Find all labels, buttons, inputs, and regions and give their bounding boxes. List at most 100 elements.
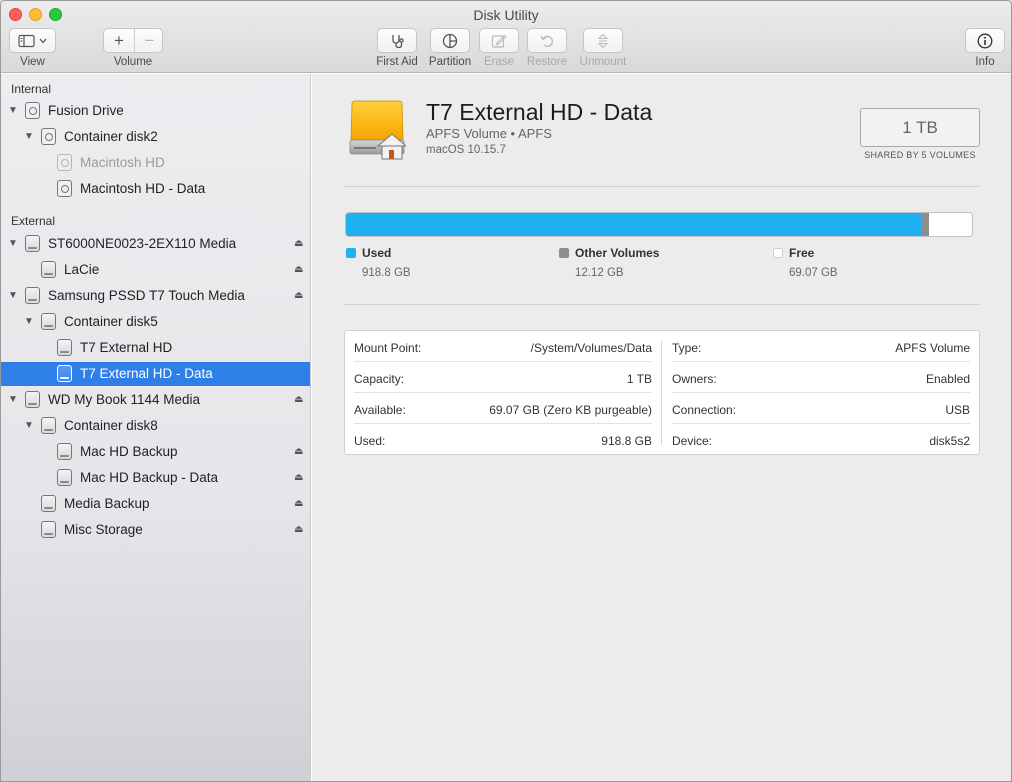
window-title: Disk Utility <box>473 7 539 23</box>
legend-other-value: 12.12 GB <box>575 267 624 279</box>
info-key: Type: <box>672 341 702 355</box>
eject-icon[interactable]: ⏏ <box>294 290 305 302</box>
info-value: 69.07 GB (Zero KB purgeable) <box>489 403 652 417</box>
info-column-left: Mount Point: /System/Volumes/Data Capaci… <box>345 331 661 454</box>
sidebar-item-lacie[interactable]: LaCie ⏏ <box>1 258 310 282</box>
usage-bar <box>345 212 973 237</box>
disclosure-triangle-icon[interactable]: ▼ <box>8 106 18 116</box>
disclosure-triangle-icon[interactable]: ▼ <box>8 239 18 249</box>
divider <box>344 304 980 305</box>
legend-swatch-used <box>346 248 356 258</box>
sidebar-item-label: WD My Book 1144 Media <box>48 392 201 407</box>
remove-volume-button[interactable]: − <box>135 31 164 51</box>
volume-icon <box>57 154 72 171</box>
info-value: 1 TB <box>626 372 652 386</box>
legend-used-label: Used <box>362 246 392 260</box>
sidebar-item-media-backup[interactable]: Media Backup ⏏ <box>1 492 310 516</box>
unmount-icon <box>597 33 609 48</box>
info-row-type: Type: APFS Volume <box>672 331 970 362</box>
volume-subtitle: APFS Volume • APFS <box>426 126 552 141</box>
external-drive-home-icon <box>349 100 406 160</box>
disk-icon <box>25 102 40 119</box>
sidebar-item-mac-hd-backup[interactable]: Mac HD Backup ⏏ <box>1 440 310 464</box>
eject-icon[interactable]: ⏏ <box>294 472 305 484</box>
sidebar-section-internal: Internal <box>11 82 52 96</box>
eject-icon[interactable]: ⏏ <box>294 394 305 406</box>
divider <box>344 186 980 187</box>
info-column-divider <box>661 341 662 445</box>
sidebar-item-wd-my-book-media[interactable]: ▼ WD My Book 1144 Media ⏏ <box>1 388 310 412</box>
sidebar-item-st6000-media[interactable]: ▼ ST6000NE0023-2EX110 Media ⏏ <box>1 232 310 256</box>
partition-button[interactable] <box>430 28 470 53</box>
sidebar-item-samsung-media[interactable]: ▼ Samsung PSSD T7 Touch Media ⏏ <box>1 284 310 308</box>
legend-swatch-free <box>773 248 783 258</box>
sidebar-item-label: Mac HD Backup - Data <box>80 470 219 485</box>
restore-button[interactable] <box>527 28 567 53</box>
info-button[interactable] <box>965 28 1005 53</box>
sidebar-item-fusion-drive[interactable]: ▼ Fusion Drive <box>1 99 310 123</box>
restore-label: Restore <box>526 56 568 68</box>
disclosure-triangle-icon[interactable]: ▼ <box>24 132 34 142</box>
view-button[interactable] <box>9 28 56 53</box>
eject-icon[interactable]: ⏏ <box>294 238 305 250</box>
volume-icon <box>57 469 72 486</box>
container-icon <box>41 417 56 434</box>
disk-utility-window: Disk Utility View + − Volume First Aid P… <box>0 0 1012 782</box>
sidebar-item-t7-external-hd[interactable]: T7 External HD <box>1 336 310 360</box>
info-row-capacity: Capacity: 1 TB <box>354 362 652 393</box>
sidebar-item-macintosh-hd[interactable]: Macintosh HD <box>1 151 310 175</box>
sidebar-item-misc-storage[interactable]: Misc Storage ⏏ <box>1 518 310 542</box>
unmount-label: Unmount <box>579 56 627 68</box>
disclosure-triangle-icon[interactable]: ▼ <box>24 317 34 327</box>
disclosure-triangle-icon[interactable]: ▼ <box>8 291 18 301</box>
volume-icon <box>57 365 72 382</box>
sidebar-item-container-disk8[interactable]: ▼ Container disk8 <box>1 414 310 438</box>
sidebar-item-label: Container disk8 <box>64 418 158 433</box>
info-key: Owners: <box>672 372 717 386</box>
info-column-right: Type: APFS Volume Owners: Enabled Connec… <box>663 331 979 454</box>
container-icon <box>41 313 56 330</box>
info-key: Device: <box>672 434 713 448</box>
view-label: View <box>20 56 45 68</box>
disclosure-triangle-icon[interactable]: ▼ <box>24 421 34 431</box>
sidebar-section-external: External <box>11 214 56 228</box>
sidebar-item-container-disk5[interactable]: ▼ Container disk5 <box>1 310 310 334</box>
info-value: 918.8 GB <box>601 434 652 448</box>
eject-icon[interactable]: ⏏ <box>294 446 305 458</box>
info-label: Info <box>975 56 995 68</box>
sidebar-item-t7-external-hd-data[interactable]: T7 External HD - Data <box>1 362 310 386</box>
sidebar-item-label: LaCie <box>64 262 100 277</box>
volume-os-version: macOS 10.15.7 <box>426 144 506 156</box>
sidebar-item-label: Container disk5 <box>64 314 158 329</box>
external-disk-icon <box>25 235 40 252</box>
info-row-used: Used: 918.8 GB <box>354 424 652 455</box>
eject-icon[interactable]: ⏏ <box>294 264 305 276</box>
info-row-mount-point: Mount Point: /System/Volumes/Data <box>354 331 652 362</box>
info-icon <box>977 33 993 48</box>
volume-icon <box>41 495 56 512</box>
legend-free-label: Free <box>789 246 815 260</box>
first-aid-button[interactable] <box>377 28 417 53</box>
disclosure-triangle-icon[interactable]: ▼ <box>8 395 18 405</box>
usage-bar-used <box>346 213 922 236</box>
unmount-button[interactable] <box>583 28 623 53</box>
info-value: /System/Volumes/Data <box>530 341 652 355</box>
sidebar-item-macintosh-hd-data[interactable]: Macintosh HD - Data <box>1 177 310 201</box>
partition-pie-icon <box>442 33 458 48</box>
info-row-owners: Owners: Enabled <box>672 362 970 393</box>
volume-label: Volume <box>113 56 153 68</box>
volume-size-box: 1 TB <box>860 108 980 147</box>
info-value: disk5s2 <box>929 434 970 448</box>
sidebar-item-label: T7 External HD - Data <box>80 366 213 381</box>
volume-icon <box>57 339 72 356</box>
sidebar-item-mac-hd-backup-data[interactable]: Mac HD Backup - Data ⏏ <box>1 466 310 490</box>
sidebar-item-container-disk2[interactable]: ▼ Container disk2 <box>1 125 310 149</box>
info-key: Available: <box>354 403 406 417</box>
eject-icon[interactable]: ⏏ <box>294 498 305 510</box>
info-value: Enabled <box>925 372 970 386</box>
erase-pencil-icon <box>491 34 507 48</box>
erase-button[interactable] <box>479 28 519 53</box>
sidebar-view-icon <box>17 34 46 47</box>
add-volume-button[interactable]: + <box>104 31 134 51</box>
eject-icon[interactable]: ⏏ <box>294 524 305 536</box>
